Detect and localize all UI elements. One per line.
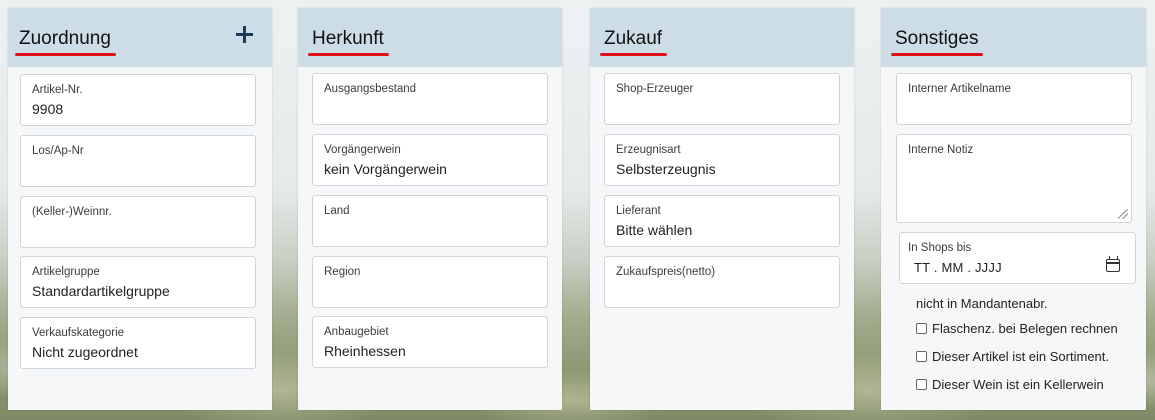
panel-zuordnung: Zuordnung Artikel-Nr. 9908 Los/Ap-Nr (Ke… <box>8 8 272 410</box>
field-value: Bitte wählen <box>616 222 693 238</box>
verkaufskategorie-select[interactable]: Verkaufskategorie Nicht zugeordnet <box>20 317 256 369</box>
field-label: Zukaufspreis(netto) <box>616 266 716 278</box>
panel-title: Herkunft <box>308 28 389 56</box>
panel-header: Zuordnung <box>8 8 272 67</box>
field-label: Land <box>324 205 350 217</box>
lieferant-select[interactable]: Lieferant Bitte wählen <box>604 195 840 247</box>
sortiment-checkbox[interactable] <box>916 351 927 362</box>
field-label: Verkaufskategorie <box>32 327 125 339</box>
field-label: Los/Ap-Nr <box>32 145 84 157</box>
flaschenz-checkbox-row[interactable]: Flaschenz. bei Belegen rechnen <box>916 321 1118 336</box>
land-select[interactable]: Land <box>312 195 548 247</box>
field-label: Region <box>324 266 361 278</box>
artikelgruppe-select[interactable]: Artikelgruppe Standardartikelgruppe <box>20 256 256 308</box>
in-shops-bis-date-input[interactable]: In Shops bis TT . MM . JJJJ <box>899 232 1136 284</box>
panel-title: Zukauf <box>599 28 668 56</box>
panel-header: Zukauf <box>590 8 854 67</box>
field-label: Artikelgruppe <box>32 266 100 278</box>
panel-title: Zuordnung <box>15 28 116 56</box>
field-label: Lieferant <box>616 205 661 217</box>
field-label: Erzeugnisart <box>616 144 681 156</box>
anbaugebiet-select[interactable]: Anbaugebiet Rheinhessen <box>312 316 548 368</box>
erzeugnisart-select[interactable]: Erzeugnisart Selbsterzeugnis <box>604 134 840 186</box>
artikel-nr-field[interactable]: Artikel-Nr. 9908 <box>20 74 256 126</box>
kellerwein-checkbox[interactable] <box>916 379 927 390</box>
add-icon[interactable] <box>234 24 256 46</box>
kellerwein-checkbox-row[interactable]: Dieser Wein ist ein Kellerwein <box>916 377 1104 392</box>
panel-title: Sonstiges <box>890 28 984 56</box>
field-label: (Keller-)Weinnr. <box>32 206 112 218</box>
region-select[interactable]: Region <box>312 256 548 308</box>
vorgaengerwein-select[interactable]: Vorgängerwein kein Vorgängerwein <box>312 134 548 186</box>
los-ap-nr-field[interactable]: Los/Ap-Nr <box>20 135 256 187</box>
field-label: Artikel-Nr. <box>32 84 83 96</box>
zukaufspreis-field[interactable]: Zukaufspreis(netto) <box>604 256 840 308</box>
checkbox-label: Flaschenz. bei Belegen rechnen <box>932 321 1118 336</box>
checkbox-label: Dieser Wein ist ein Kellerwein <box>932 377 1104 392</box>
calendar-icon[interactable] <box>1106 256 1120 272</box>
date-placeholder: TT . MM . JJJJ <box>914 260 1002 275</box>
keller-weinnr-field[interactable]: (Keller-)Weinnr. <box>20 196 256 248</box>
field-value: Rheinhessen <box>324 343 406 359</box>
flaschenz-checkbox[interactable] <box>916 323 927 334</box>
field-label: In Shops bis <box>908 242 972 254</box>
field-label: Anbaugebiet <box>324 326 389 338</box>
field-label: Interner Artikelname <box>908 83 1011 95</box>
shop-erzeuger-field[interactable]: Shop-Erzeuger <box>604 73 840 125</box>
panel-header: Herkunft <box>298 8 562 67</box>
resize-handle-icon[interactable] <box>1118 209 1128 219</box>
field-label: Interne Notiz <box>908 144 974 156</box>
field-label: Vorgängerwein <box>324 144 401 156</box>
mandant-text: nicht in Mandantenabr. <box>916 296 1048 311</box>
ausgangsbestand-field[interactable]: Ausgangsbestand <box>312 73 548 125</box>
field-label: Shop-Erzeuger <box>616 83 694 95</box>
interner-artikelname-field[interactable]: Interner Artikelname <box>896 73 1132 125</box>
panel-herkunft: Herkunft Ausgangsbestand Vorgängerwein k… <box>298 8 562 410</box>
interne-notiz-textarea[interactable]: Interne Notiz <box>896 134 1132 223</box>
panel-zukauf: Zukauf Shop-Erzeuger Erzeugnisart Selbst… <box>590 8 854 410</box>
field-value: Selbsterzeugnis <box>616 161 716 177</box>
field-value: Nicht zugeordnet <box>32 344 138 360</box>
field-label: Ausgangsbestand <box>324 83 417 95</box>
checkbox-label: Dieser Artikel ist ein Sortiment. <box>932 349 1110 364</box>
field-value: kein Vorgängerwein <box>324 161 447 177</box>
sortiment-checkbox-row[interactable]: Dieser Artikel ist ein Sortiment. <box>916 349 1109 364</box>
field-value: 9908 <box>32 101 64 117</box>
field-value: Standardartikelgruppe <box>32 283 170 299</box>
panel-header: Sonstiges <box>881 8 1146 67</box>
panel-sonstiges: Sonstiges Interner Artikelname Interne N… <box>881 8 1146 410</box>
